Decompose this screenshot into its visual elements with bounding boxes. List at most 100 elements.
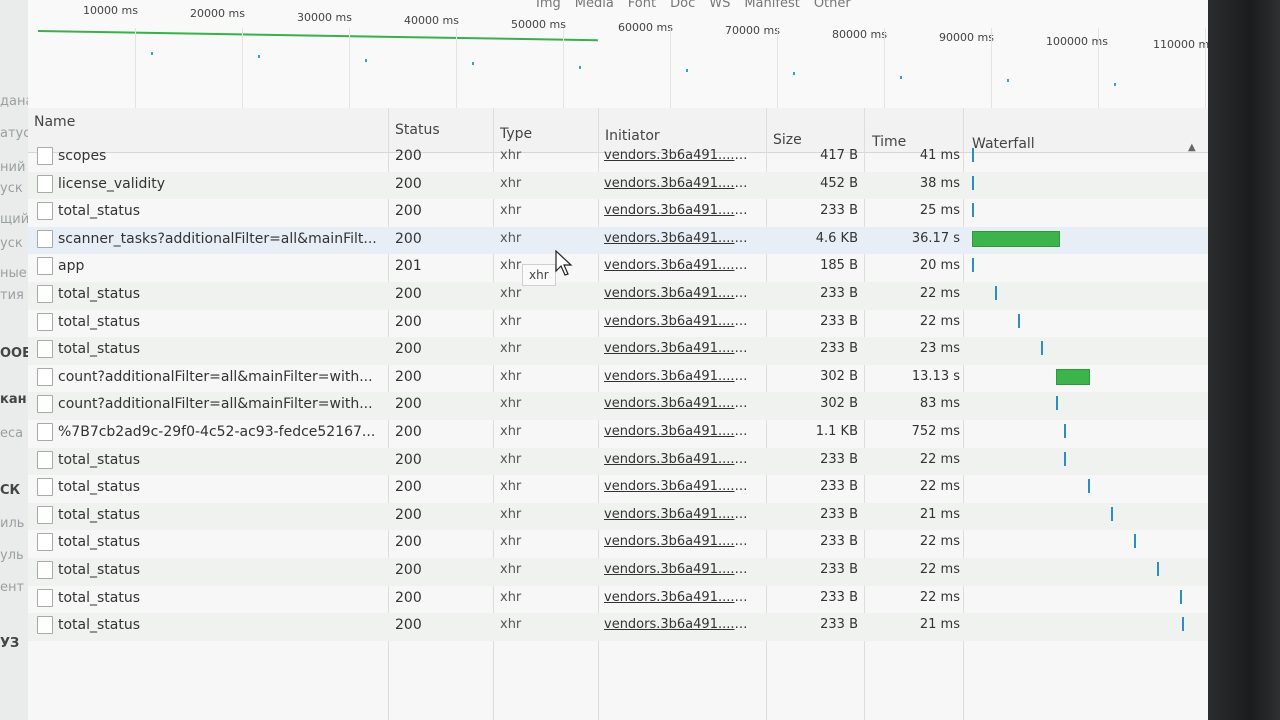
request-row[interactable]: scanner_tasks?additionalFilter=all&mainF… <box>28 226 1208 255</box>
request-size: 233 B <box>820 285 858 301</box>
page-text-fragment: атус <box>0 126 28 141</box>
request-row[interactable]: total_status 200 xhr vendors.3b6a491....a..… <box>28 447 1208 476</box>
request-row[interactable]: scopes 200 xhr vendors.3b6a491....a... 417 B… <box>28 144 1208 172</box>
request-icon <box>37 367 53 386</box>
filter-img[interactable]: Img <box>536 0 561 11</box>
request-name: total_status <box>58 285 141 302</box>
request-initiator-link[interactable]: vendors.3b6a491....a... <box>604 617 754 632</box>
waterfall-bar <box>1182 617 1184 632</box>
request-type: xhr <box>500 451 522 467</box>
request-type: xhr <box>500 258 522 274</box>
request-initiator-link[interactable]: vendors.3b6a491....a... <box>604 148 754 163</box>
page-text-fragment: уск <box>0 181 23 196</box>
overview-gridline <box>991 28 992 108</box>
request-time: 38 ms <box>919 175 960 191</box>
overview-gridline <box>670 28 671 108</box>
overview-timeline[interactable]: Img Media Font Doc WS Manifest Other 10000 ms 2… <box>28 0 1223 109</box>
filter-media[interactable]: Media <box>575 0 614 11</box>
request-type: xhr <box>500 148 522 163</box>
request-row[interactable]: count?additionalFilter=all&mainFilter=wi… <box>28 365 1208 393</box>
request-row[interactable]: license_validity 200 xhr vendors.3b6a491...… <box>28 171 1208 200</box>
request-time: 21 ms <box>919 617 960 633</box>
overview-gridline <box>1098 28 1099 108</box>
column-header-name[interactable]: Name <box>34 114 75 130</box>
request-icon <box>37 478 53 497</box>
request-size: 417 B <box>820 148 858 163</box>
filter-doc[interactable]: Doc <box>670 0 695 11</box>
filter-other[interactable]: Other <box>814 0 851 11</box>
request-initiator-link[interactable]: vendors.3b6a491....a... <box>604 231 754 246</box>
filter-ws[interactable]: WS <box>709 0 730 11</box>
request-initiator-link[interactable]: vendors.3b6a491....a... <box>604 176 754 191</box>
request-initiator-link[interactable]: vendors.3b6a491....a... <box>604 314 754 329</box>
request-row[interactable]: total_status 200 xhr vendors.3b6a491....a..… <box>28 310 1208 338</box>
request-row[interactable]: total_status 200 xhr vendors.3b6a491....a..… <box>28 502 1208 531</box>
request-initiator-link[interactable]: vendors.3b6a491....a... <box>604 396 754 411</box>
request-row[interactable]: app 201 xhr vendors.3b6a491....a... 185 B 20 … <box>28 254 1208 282</box>
background-page-strip: дана атус ний уск щий уск ные тия ООЕ кан еса СК иль… <box>0 0 28 720</box>
request-row[interactable]: total_status 200 xhr vendors.3b6a491....a..… <box>28 613 1208 641</box>
request-time: 22 ms <box>919 285 960 301</box>
waterfall-bar <box>1056 396 1058 411</box>
request-size: 233 B <box>820 313 858 329</box>
overview-tick-label: 60000 ms <box>618 21 673 34</box>
request-row[interactable]: count?additionalFilter=all&mainFilter=wi… <box>28 392 1208 420</box>
waterfall-bar <box>995 285 998 300</box>
request-initiator-link[interactable]: vendors.3b6a491....a... <box>604 507 754 522</box>
request-size: 302 B <box>820 368 858 384</box>
request-icon <box>37 257 53 276</box>
request-row[interactable]: total_status 200 xhr vendors.3b6a491....a..… <box>28 586 1208 614</box>
request-row[interactable]: total_status 200 xhr vendors.3b6a491....a..… <box>28 199 1208 227</box>
request-name: total_status <box>58 203 141 220</box>
request-row[interactable]: total_status 200 xhr vendors.3b6a491....a..… <box>28 337 1208 365</box>
column-header-status[interactable]: Status <box>395 122 440 138</box>
waterfall-bar <box>1110 506 1113 521</box>
request-initiator-link[interactable]: vendors.3b6a491....a... <box>604 452 754 467</box>
waterfall-bar <box>1041 341 1044 356</box>
page-text-fragment: уск <box>0 236 23 251</box>
request-row[interactable]: total_status 200 xhr vendors.3b6a491....a..… <box>28 530 1208 558</box>
request-initiator-link[interactable]: vendors.3b6a491....a... <box>604 424 754 439</box>
column-header-initiator[interactable]: Initiator <box>605 128 660 144</box>
overview-tick-label: 10000 ms <box>83 4 138 17</box>
request-initiator-link[interactable]: vendors.3b6a491....a... <box>604 534 754 549</box>
filter-font[interactable]: Font <box>628 0 656 11</box>
request-size: 233 B <box>820 617 858 633</box>
request-row[interactable]: total_status 200 xhr vendors.3b6a491....a..… <box>28 557 1208 586</box>
request-initiator-link[interactable]: vendors.3b6a491....a... <box>604 479 754 494</box>
request-initiator-link[interactable]: vendors.3b6a491....a... <box>604 590 754 605</box>
resource-type-filters: Img Media Font Doc WS Manifest Other <box>536 0 865 11</box>
waterfall-bar <box>1018 313 1021 328</box>
overview-request-marker <box>686 69 688 72</box>
request-time: 13.13 s <box>911 368 960 384</box>
request-initiator-link[interactable]: vendors.3b6a491....a... <box>604 258 754 273</box>
request-initiator-link[interactable]: vendors.3b6a491....a... <box>604 203 754 218</box>
request-name: total_status <box>58 341 141 358</box>
request-size: 452 B <box>820 175 858 191</box>
request-type: xhr <box>500 396 522 412</box>
filter-manifest[interactable]: Manifest <box>744 0 799 11</box>
request-initiator-link[interactable]: vendors.3b6a491....a... <box>604 369 754 384</box>
request-initiator-link[interactable]: vendors.3b6a491....a... <box>604 341 754 356</box>
request-status: 200 <box>395 313 422 330</box>
request-row[interactable]: %7B7cb2ad9c-29f0-4c52-ac93-fedce52167...… <box>28 420 1208 448</box>
waterfall-bar <box>1087 479 1090 494</box>
request-time: 36.17 s <box>911 230 960 246</box>
request-name: total_status <box>58 617 141 634</box>
request-status: 200 <box>395 617 422 634</box>
request-initiator-link[interactable]: vendors.3b6a491....a... <box>604 562 754 577</box>
page-text-fragment: ООЕ <box>0 346 28 361</box>
request-status: 200 <box>395 451 422 468</box>
request-initiator-link[interactable]: vendors.3b6a491....a... <box>604 286 754 301</box>
request-row[interactable]: total_status 200 xhr vendors.3b6a491....a..… <box>28 281 1208 310</box>
request-name: total_status <box>58 506 141 523</box>
request-status: 200 <box>395 285 422 302</box>
overview-request-marker <box>365 58 367 62</box>
waterfall-bar <box>1056 368 1090 385</box>
request-type: xhr <box>500 368 522 384</box>
request-icon <box>37 588 53 607</box>
request-type: xhr <box>500 506 522 522</box>
waterfall-bar <box>1064 451 1067 466</box>
request-row[interactable]: total_status 200 xhr vendors.3b6a491....a..… <box>28 475 1208 503</box>
column-header-type[interactable]: Type <box>500 126 532 142</box>
